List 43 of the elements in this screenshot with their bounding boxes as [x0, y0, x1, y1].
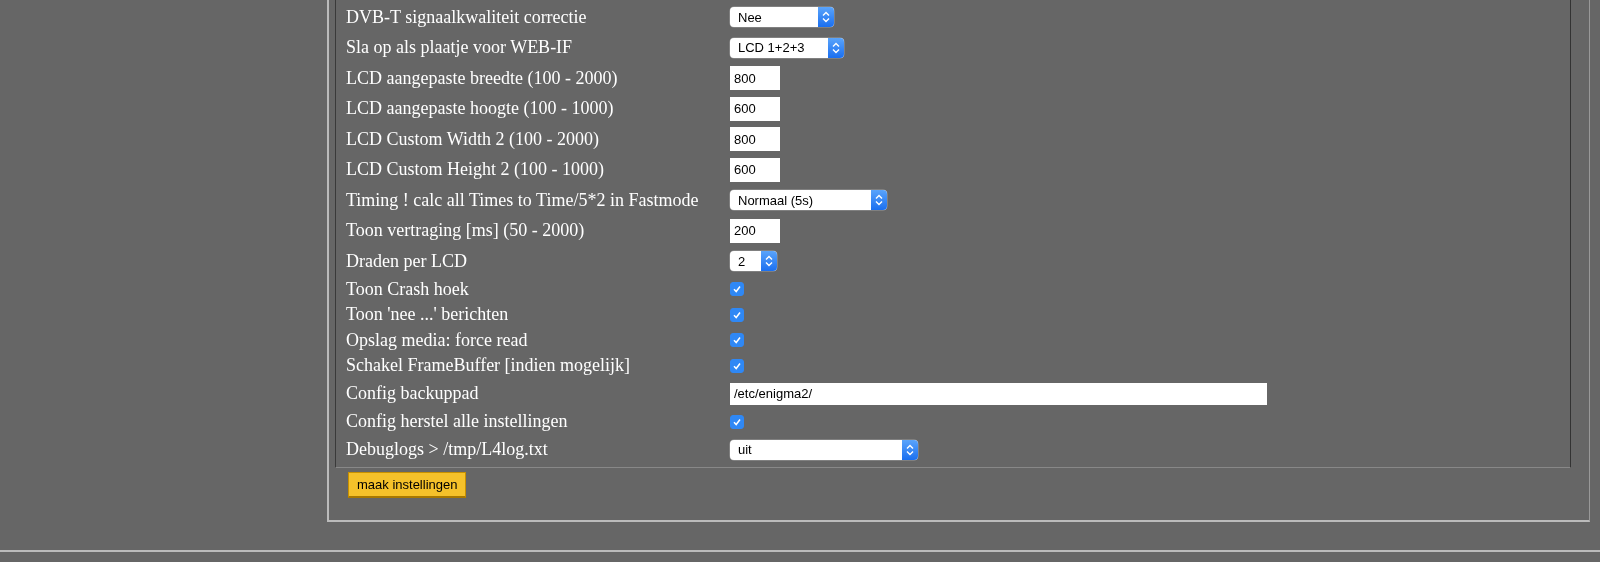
setting-label: Draden per LCD [346, 250, 468, 272]
chevron-icon [818, 7, 834, 28]
checkmark-icon [732, 309, 742, 320]
checkbox[interactable] [730, 307, 744, 322]
checkmark-icon [732, 360, 742, 371]
dropdown[interactable]: uit [730, 439, 918, 460]
setting-label: Opslag media: force read [346, 329, 529, 351]
dropdown[interactable]: Normaal (5s) [730, 190, 887, 211]
number-field[interactable]: 600 [730, 157, 780, 182]
setting-label: Debuglogs > /tmp/L4log.txt [346, 439, 549, 461]
setting-label: LCD aangepaste hoogte (100 - 1000) [346, 98, 615, 120]
chevron-icon [902, 439, 918, 460]
setting-label: DVB-T signaalkwaliteit correctie [346, 6, 588, 28]
setting-label: LCD Custom Width 2 (100 - 2000) [346, 128, 600, 150]
dropdown[interactable]: Nee [730, 7, 834, 28]
chevron-icon [828, 37, 844, 58]
checkbox[interactable] [730, 282, 744, 297]
checkbox[interactable] [730, 333, 744, 348]
checkmark-icon [732, 335, 742, 346]
dropdown[interactable]: 2 [730, 251, 777, 272]
save-settings-button[interactable]: maak instellingen [348, 472, 467, 498]
checkmark-icon [732, 284, 742, 295]
setting-label: Config herstel alle instellingen [346, 411, 569, 433]
checkbox[interactable] [730, 358, 744, 373]
setting-label: Toon 'nee ...' berichten [346, 304, 510, 326]
chevron-icon [871, 190, 887, 211]
text-field[interactable]: /etc/enigma2/ [730, 382, 1267, 405]
setting-label: LCD aangepaste breedte (100 - 2000) [346, 67, 619, 89]
number-field[interactable]: 600 [730, 96, 780, 121]
number-field[interactable]: 800 [730, 66, 780, 91]
dropdown[interactable]: LCD 1+2+3 [730, 37, 844, 58]
setting-label: Toon vertraging [ms] (50 - 2000) [346, 220, 586, 242]
setting-label: Timing ! calc all Times to Time/5*2 in Fastmode [346, 189, 700, 211]
checkbox[interactable] [730, 414, 744, 429]
setting-label: Sla op als plaatje voor WEB-IF [346, 37, 574, 59]
number-field[interactable]: 800 [730, 127, 780, 152]
setting-label: Toon Crash hoek [346, 278, 470, 300]
chevron-icon [761, 251, 777, 272]
setting-label: Config backuppad [346, 383, 480, 405]
setting-label: Schakel FrameBuffer [indien mogelijk] [346, 355, 632, 377]
number-field[interactable]: 200 [730, 218, 780, 243]
checkmark-icon [732, 416, 742, 427]
setting-label: LCD Custom Height 2 (100 - 1000) [346, 159, 605, 181]
